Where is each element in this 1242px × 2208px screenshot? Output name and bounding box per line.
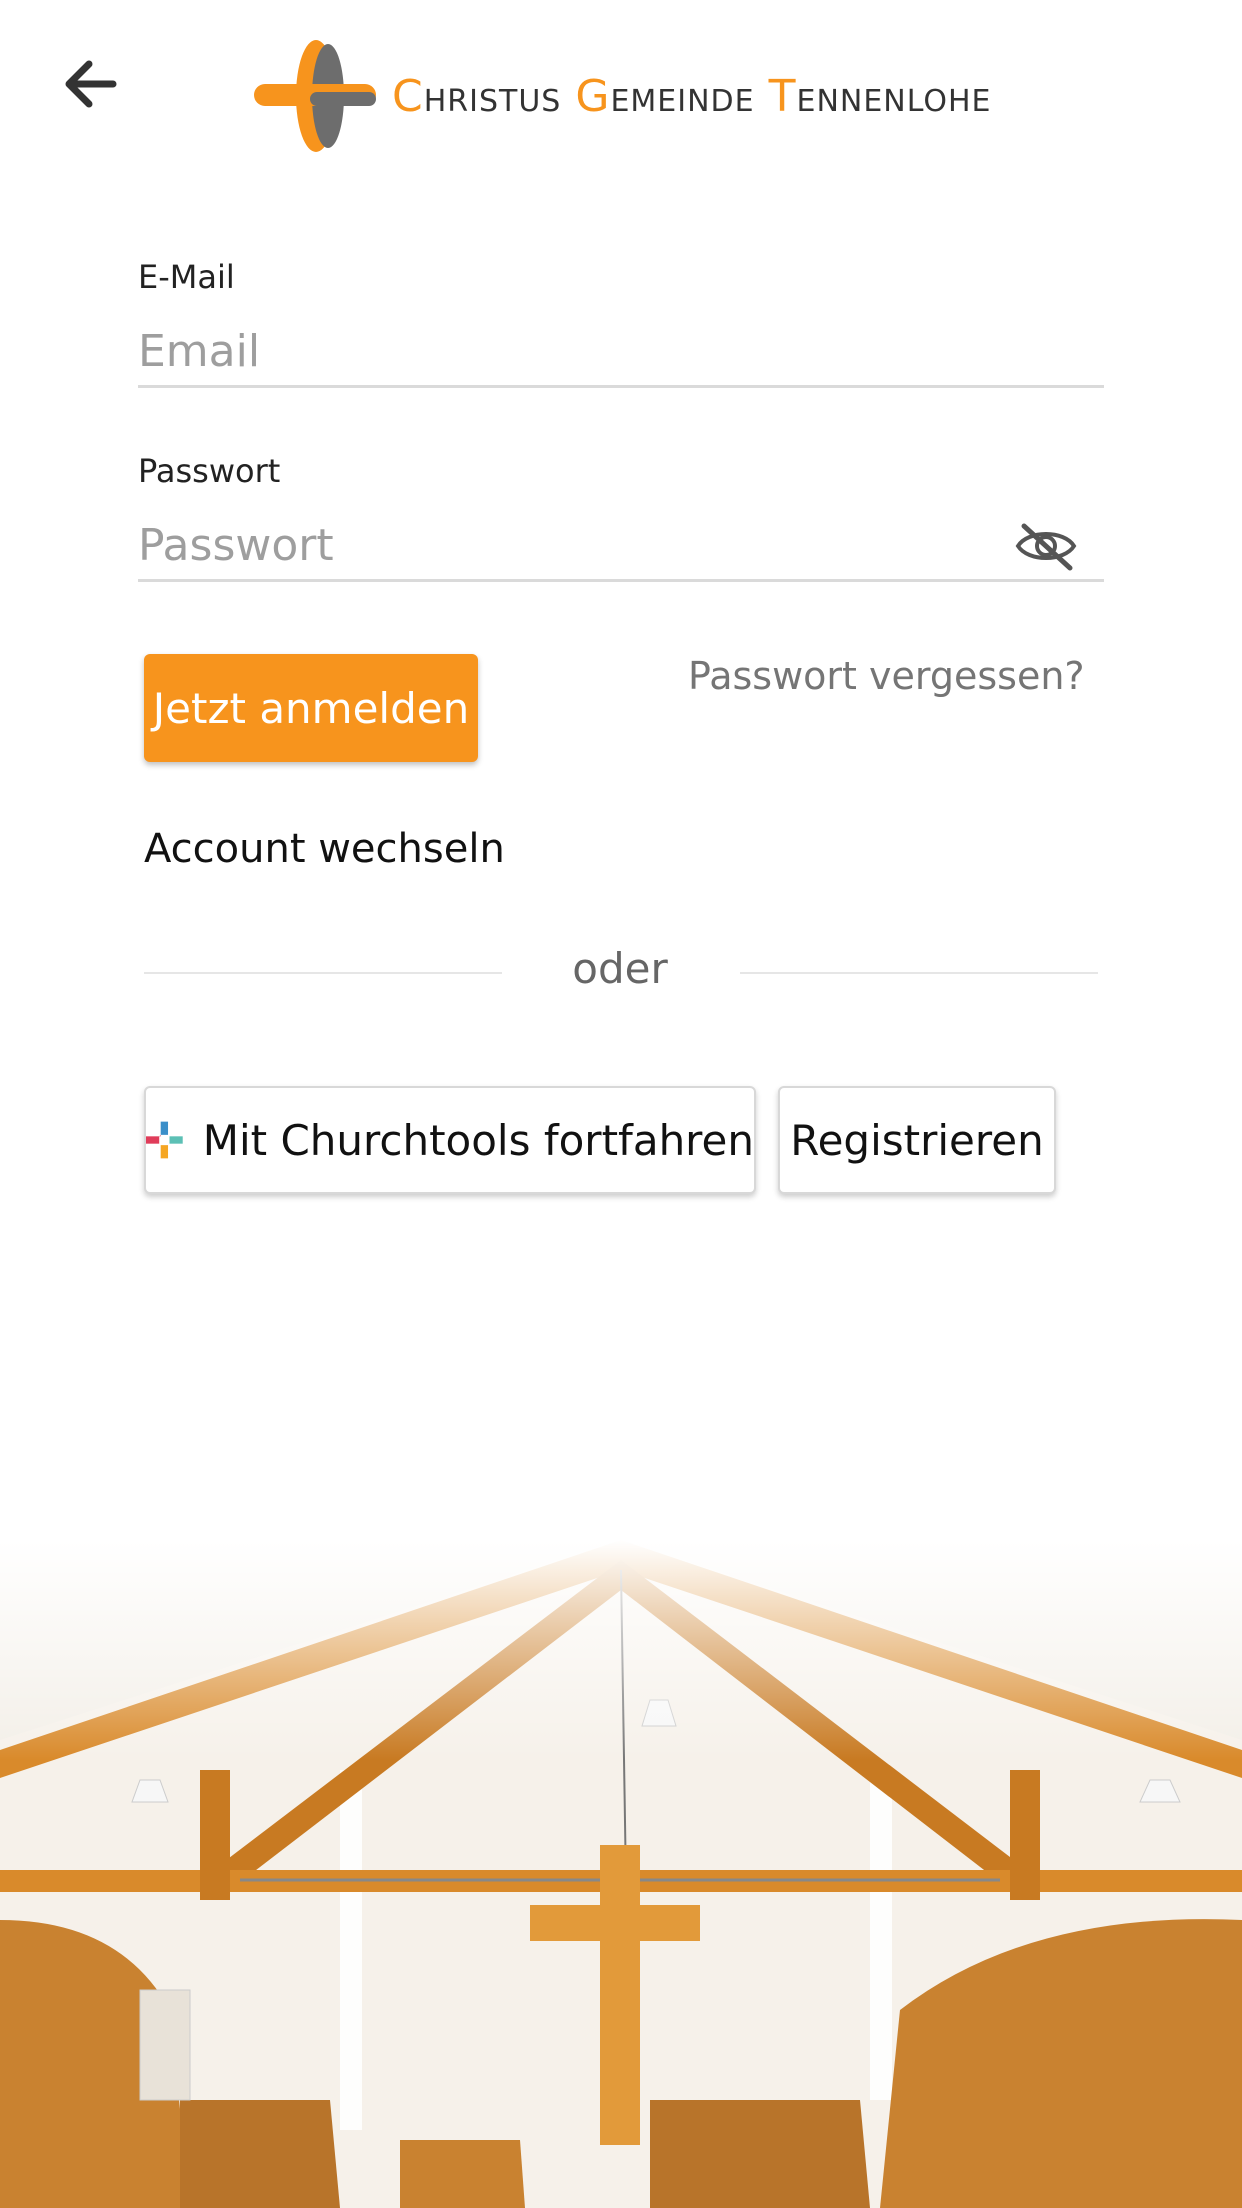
email-input[interactable]	[138, 326, 1104, 377]
register-button[interactable]: Registrieren	[778, 1086, 1056, 1194]
login-button[interactable]: Jetzt anmelden	[144, 654, 478, 762]
church-logo: CHRISTUS GEMEINDE TENNENLOHE	[252, 36, 1006, 156]
churchtools-button-label: Mit Churchtools fortfahren	[202, 1115, 754, 1165]
switch-account-link[interactable]: Account wechseln	[144, 826, 505, 872]
logo-word-1: CHRISTUS	[392, 70, 562, 122]
forgot-password-link[interactable]: Passwort vergessen?	[688, 654, 1085, 698]
back-button[interactable]	[58, 52, 122, 116]
cross-logo-icon	[254, 40, 376, 152]
divider-line-left	[144, 972, 502, 974]
password-field-wrapper	[138, 512, 1104, 582]
password-visibility-toggle[interactable]	[1014, 518, 1078, 574]
churchtools-icon	[146, 1121, 183, 1159]
arrow-left-icon	[65, 60, 117, 108]
email-label: E-Mail	[138, 258, 235, 296]
church-interior-image	[0, 1540, 1242, 2208]
password-input[interactable]	[138, 520, 1104, 571]
churchtools-login-button[interactable]: Mit Churchtools fortfahren	[144, 1086, 756, 1194]
divider-line-right	[740, 972, 1098, 974]
divider-text: oder	[572, 944, 668, 993]
logo-word-3: TENNENLOHE	[768, 70, 992, 122]
church-name: CHRISTUS GEMEINDE TENNENLOHE	[392, 71, 1006, 122]
login-page: CHRISTUSGEMEINDETENNENLOHE E-Mail Passwo…	[0, 0, 1242, 2208]
eye-off-icon	[1015, 523, 1077, 571]
logo-word-2: GEMEINDE	[575, 70, 755, 122]
password-label: Passwort	[138, 452, 281, 490]
email-field-wrapper	[138, 318, 1104, 388]
